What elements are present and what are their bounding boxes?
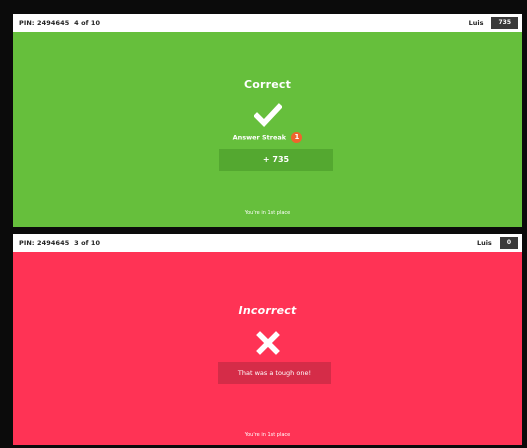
feedback-message: That was a tough one!	[218, 362, 331, 384]
answer-streak: Answer Streak 1	[13, 132, 522, 143]
flame-icon: 1	[291, 132, 303, 143]
streak-count: 1	[294, 133, 300, 141]
question-progress: 3 of 10	[74, 239, 101, 247]
result-title: Incorrect	[238, 304, 297, 317]
score-badge: 735	[491, 17, 518, 29]
screenshot-frame: PIN: 2494645 4 of 10 Luis 735 Correct An…	[0, 0, 527, 448]
player-name: Luis	[468, 19, 484, 27]
status-bar: PIN: 2494645 3 of 10 Luis 0	[13, 234, 522, 252]
cross-icon	[255, 331, 280, 355]
incorrect-result-panel: PIN: 2494645 3 of 10 Luis 0 Incorrect Th…	[13, 234, 522, 445]
game-info: PIN: 2494645 4 of 10	[19, 19, 100, 27]
question-progress: 4 of 10	[74, 19, 101, 27]
checkmark-icon	[253, 103, 282, 127]
game-pin: PIN: 2494645	[19, 19, 70, 27]
score-badge: 0	[499, 237, 518, 249]
incorrect-background: Incorrect That was a tough one! You're i…	[13, 252, 522, 445]
game-info: PIN: 2494645 3 of 10	[19, 239, 100, 247]
points-earned: + 735	[219, 149, 333, 171]
status-bar: PIN: 2494645 4 of 10 Luis 735	[13, 14, 522, 32]
correct-result-panel: PIN: 2494645 4 of 10 Luis 735 Correct An…	[13, 14, 522, 227]
player-info: Luis 0	[477, 234, 522, 252]
player-info: Luis 735	[469, 14, 522, 32]
game-pin: PIN: 2494645	[19, 239, 70, 247]
place-text: You're in 1st place	[244, 210, 291, 216]
streak-label: Answer Streak	[232, 133, 287, 142]
result-title: Correct	[243, 78, 292, 91]
player-name: Luis	[476, 239, 492, 247]
place-text: You're in 1st place	[244, 432, 291, 438]
correct-background: Correct Answer Streak 1 + 735 You're in …	[13, 32, 522, 227]
